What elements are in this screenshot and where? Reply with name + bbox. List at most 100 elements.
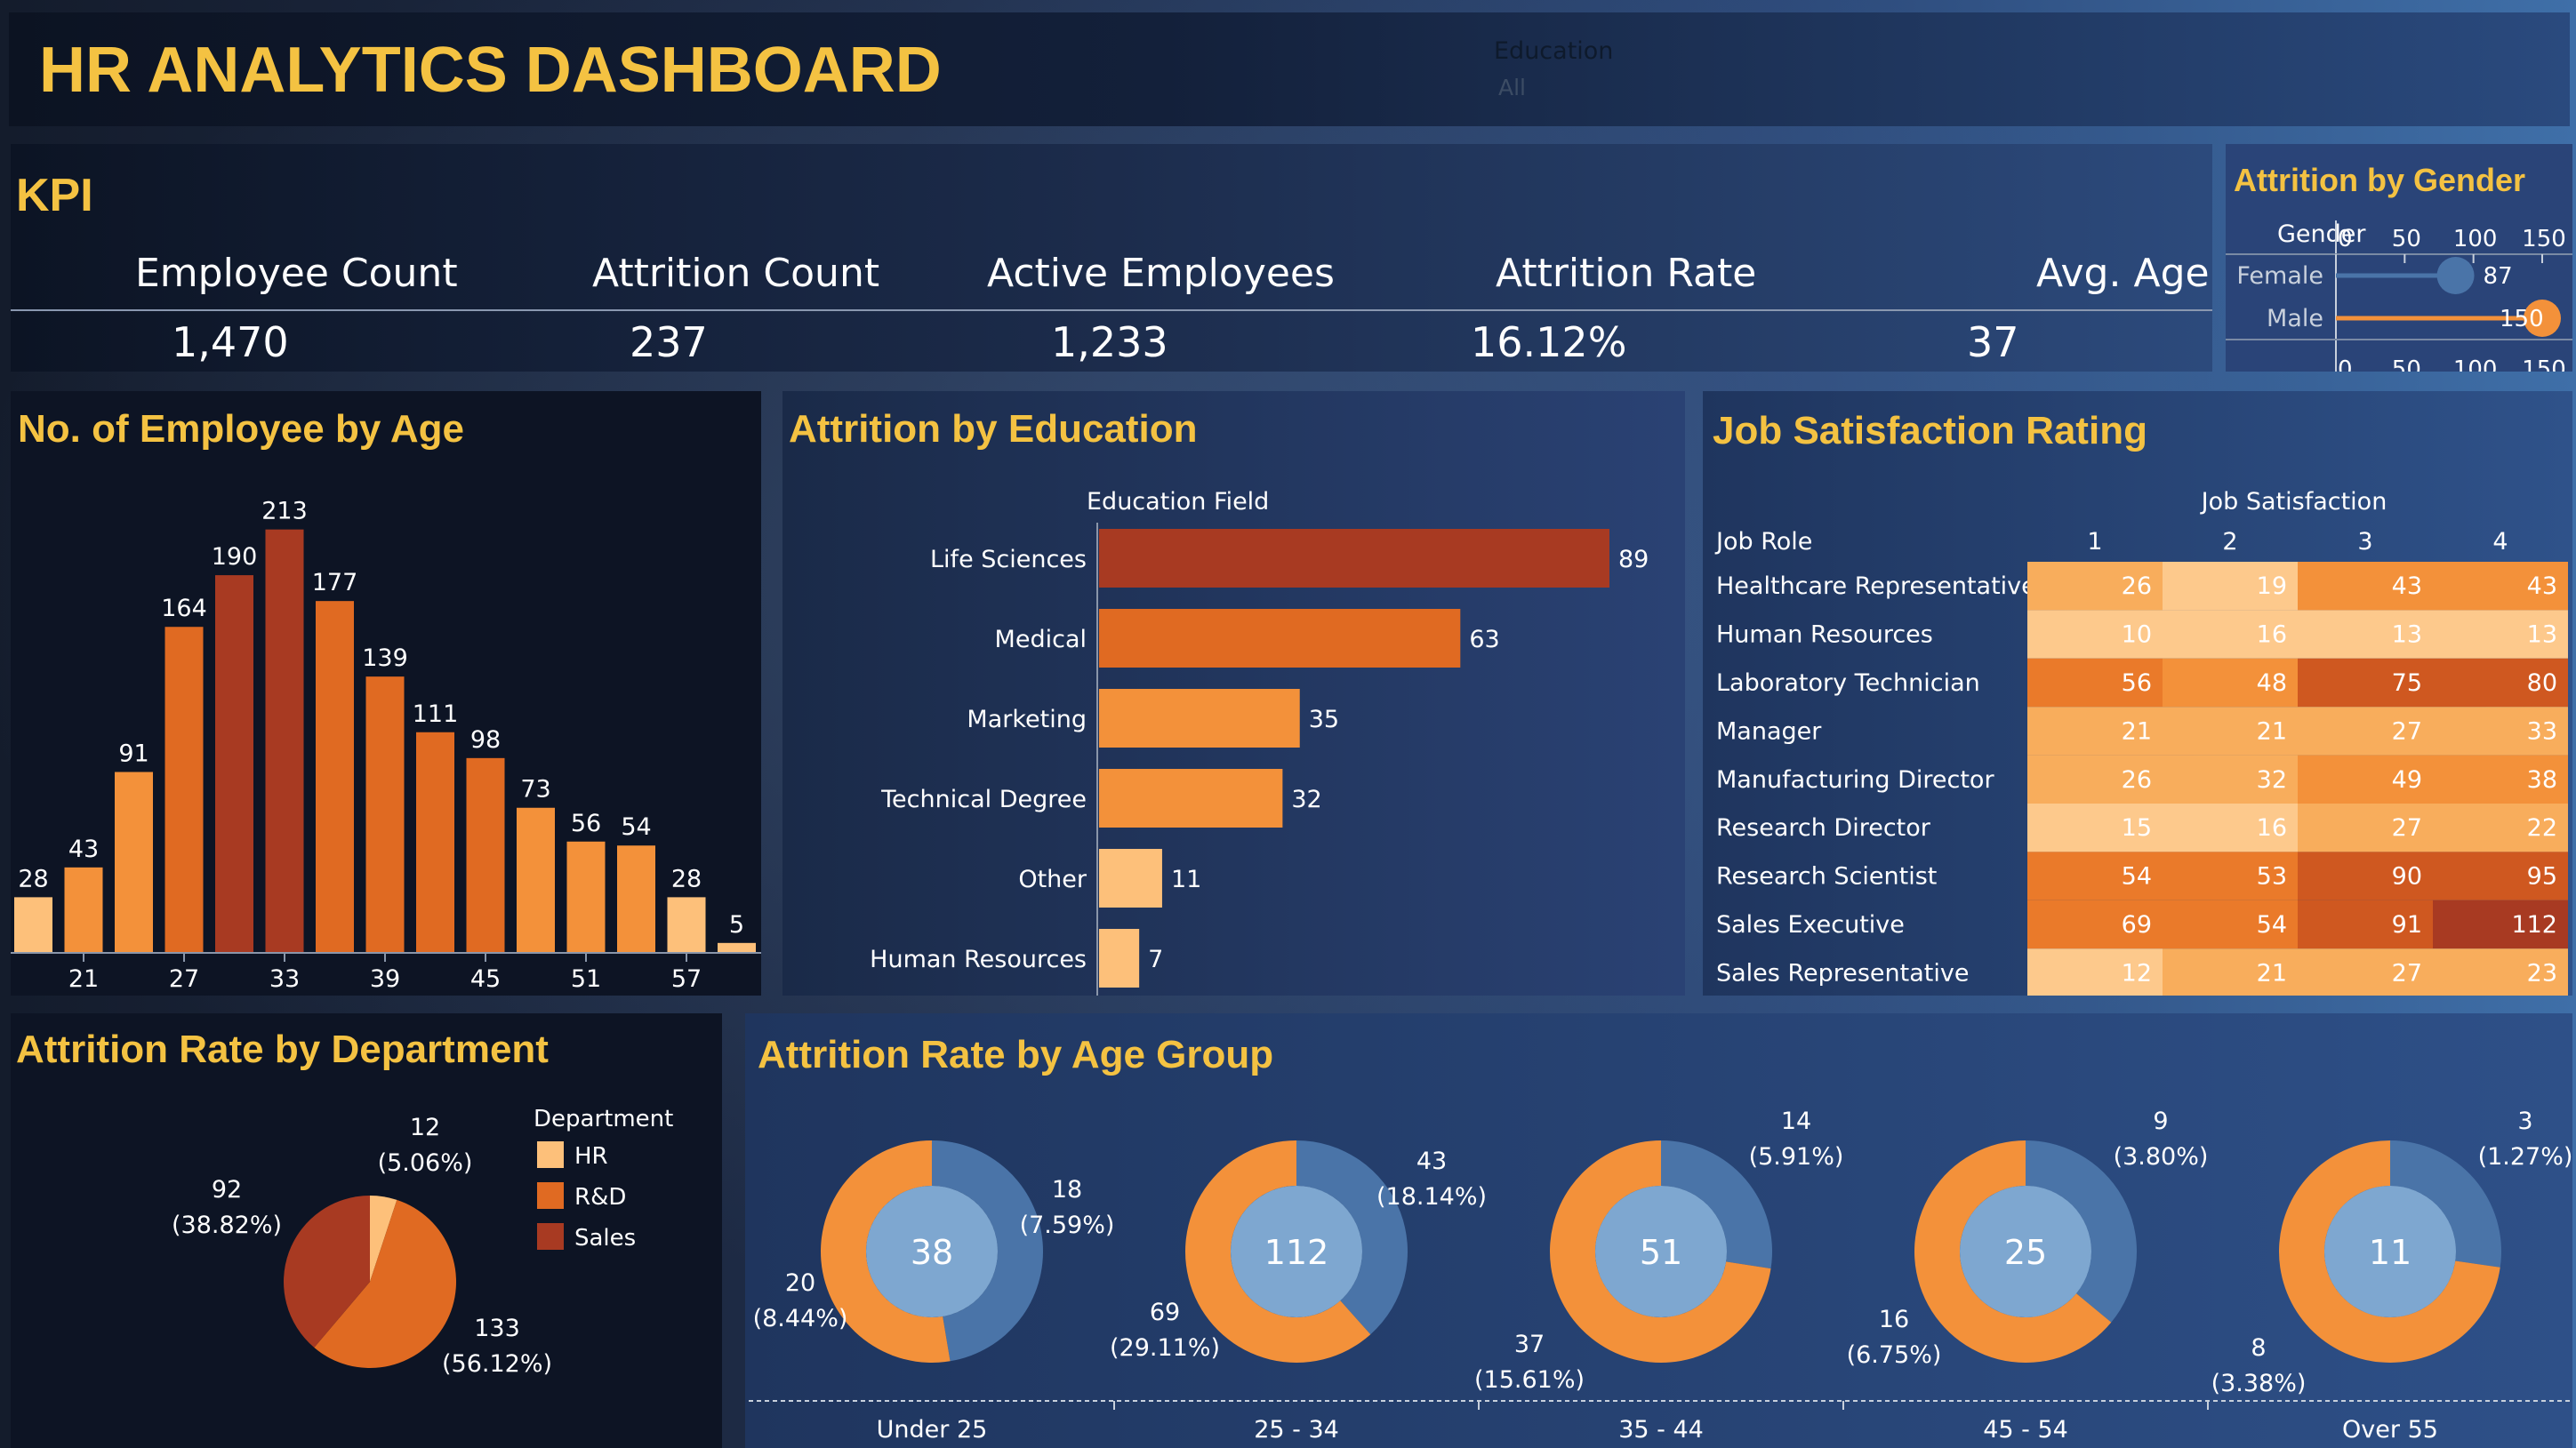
department-pct-label: (38.82%) <box>172 1212 282 1239</box>
age-bar-label: 213 <box>261 498 308 525</box>
education-value-label: 89 <box>1618 546 1649 573</box>
heatmap-cell-value: 32 <box>2257 766 2287 794</box>
heatmap-cell-value: 27 <box>2392 959 2422 987</box>
age-group-attrition-pct: (7.59%) <box>1020 1212 1115 1239</box>
age-group-attrition-value: 3 <box>2517 1108 2532 1135</box>
kpi-label-employee-count: Employee Count <box>135 251 458 296</box>
age-bar <box>617 845 655 953</box>
kpi-label-active-employees: Active Employees <box>987 251 1335 296</box>
age-tick-label: 39 <box>370 965 400 993</box>
gender-tick-label: 0 <box>2338 226 2353 252</box>
heatmap-cell-value: 80 <box>2527 669 2557 697</box>
age-group-center-value: 112 <box>1264 1233 1329 1272</box>
department-pct-label: (56.12%) <box>442 1350 552 1378</box>
age-bar-label: 43 <box>68 836 99 863</box>
job-role-label: Healthcare Representative <box>1716 572 2036 600</box>
education-bar <box>1099 609 1461 668</box>
age-tick-label: 51 <box>571 965 601 993</box>
age-group-attrition-pct: (3.80%) <box>2114 1143 2209 1171</box>
age-group-axis-label: 35 - 44 <box>1618 1416 1704 1444</box>
education-value-label: 35 <box>1309 706 1339 733</box>
job-role-header: Job Role <box>1714 528 1812 556</box>
gender-category-label: Female <box>2236 262 2323 290</box>
heatmap-cell-value: 13 <box>2392 621 2422 649</box>
age-bar-label: 56 <box>571 810 601 837</box>
gender-bottom-tick-label: 0 <box>2338 356 2353 372</box>
job-role-label: Sales Executive <box>1716 911 1905 939</box>
education-category-label: Technical Degree <box>880 786 1087 813</box>
education-filter-value[interactable]: All <box>1498 75 1526 100</box>
age-group-axis-label: 25 - 34 <box>1254 1416 1339 1444</box>
department-legend-swatch <box>537 1182 564 1209</box>
heatmap-cell-value: 54 <box>2122 863 2152 891</box>
age-group-other-pct: (8.44%) <box>753 1305 848 1332</box>
kpi-value-avg-age: 37 <box>1967 318 2019 366</box>
age-bar-label: 190 <box>212 543 258 571</box>
gender-tick-label: 50 <box>2392 226 2421 252</box>
education-bar <box>1099 929 1140 988</box>
gender-bottom-tick-label: 100 <box>2453 356 2498 372</box>
heatmap-cell-value: 16 <box>2257 814 2287 842</box>
age-group-attrition-value: 9 <box>2153 1108 2168 1135</box>
gender-value-label: 87 <box>2484 263 2513 290</box>
age-bar <box>265 529 304 953</box>
education-bar <box>1099 689 1300 748</box>
heatmap-cell-value: 56 <box>2122 669 2152 697</box>
education-category-label: Medical <box>995 626 1087 653</box>
age-bar <box>416 732 454 953</box>
heatmap-cell-value: 21 <box>2257 959 2287 987</box>
job-satisfaction-column-header: Job Satisfaction <box>2200 488 2387 516</box>
department-legend-title: Department <box>534 1106 673 1132</box>
department-value-label: 12 <box>410 1114 440 1141</box>
gender-tick-label: 100 <box>2453 226 2498 252</box>
heatmap-cell-value: 48 <box>2257 669 2287 697</box>
heatmap-cell-value: 27 <box>2392 814 2422 842</box>
kpi-value-employee-count: 1,470 <box>172 318 289 366</box>
age-bar-label: 73 <box>520 776 550 804</box>
department-legend-label: R&D <box>574 1184 626 1211</box>
heatmap-cell-value: 19 <box>2257 572 2287 600</box>
kpi-label-avg-age: Avg. Age <box>2036 251 2210 296</box>
heatmap-cell-value: 91 <box>2392 911 2422 939</box>
job-role-label: Manufacturing Director <box>1716 766 1994 794</box>
age-group-other-value: 69 <box>1150 1299 1180 1326</box>
age-group-other-value: 16 <box>1879 1306 1909 1333</box>
gender-category-label: Male <box>2267 305 2323 332</box>
department-value-label: 92 <box>212 1176 242 1204</box>
age-bar <box>316 601 354 953</box>
kpi-value-attrition-rate: 16.12% <box>1471 318 1627 366</box>
department-pct-label: (5.06%) <box>378 1149 473 1177</box>
job-satisfaction-column-label: 2 <box>2222 528 2237 556</box>
age-group-axis-label: Over 55 <box>2342 1416 2438 1444</box>
heatmap-cell-value: 12 <box>2122 959 2152 987</box>
kpi-value-attrition-count: 237 <box>630 318 708 366</box>
gender-bottom-tick-label: 50 <box>2392 356 2421 372</box>
gender-bottom-tick-label: 150 <box>2522 356 2566 372</box>
education-value-label: 63 <box>1469 626 1499 653</box>
kpi-label-attrition-count: Attrition Count <box>592 251 880 296</box>
heatmap-cell-value: 53 <box>2257 863 2287 891</box>
age-group-attrition-pct: (18.14%) <box>1376 1183 1487 1211</box>
heatmap-cell-value: 38 <box>2527 766 2557 794</box>
education-bar <box>1099 849 1162 908</box>
kpi-value-active-employees: 1,233 <box>1051 318 1168 366</box>
job-satisfaction-column-label: 4 <box>2492 528 2508 556</box>
age-group-other-value: 20 <box>785 1269 815 1297</box>
job-role-label: Manager <box>1716 717 1822 745</box>
education-bar <box>1099 529 1609 588</box>
age-bar-label: 5 <box>729 911 744 939</box>
age-group-center-value: 25 <box>2004 1233 2047 1272</box>
age-group-axis-label: 45 - 54 <box>1983 1416 2068 1444</box>
department-legend-swatch <box>537 1223 564 1250</box>
heatmap-cell-value: 26 <box>2122 572 2152 600</box>
age-group-attrition-value: 18 <box>1052 1176 1082 1204</box>
age-group-center-value: 51 <box>1640 1233 1682 1272</box>
gender-tick-label: 150 <box>2522 226 2566 252</box>
age-chart: 28 43 91 164190213 177 139111 98 73 56 54 28 5 21 27… <box>11 498 761 993</box>
age-group-other-value: 8 <box>2251 1334 2266 1362</box>
heatmap-cell-value: 16 <box>2257 621 2287 649</box>
heatmap-cell-value: 10 <box>2122 621 2152 649</box>
job-role-label: Research Director <box>1716 814 1931 842</box>
kpi-label-attrition-rate: Attrition Rate <box>1496 251 1757 296</box>
age-bar <box>115 772 153 953</box>
